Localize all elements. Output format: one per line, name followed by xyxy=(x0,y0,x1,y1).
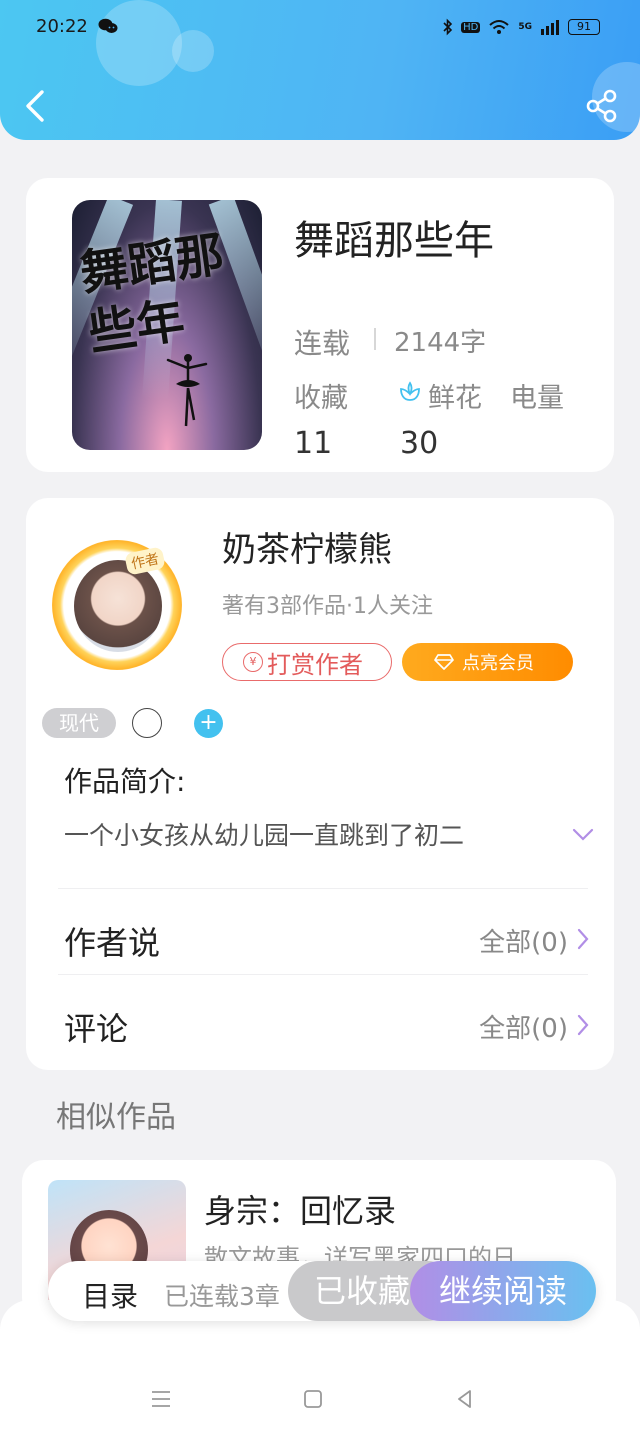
similar-section-title: 相似作品 xyxy=(56,1100,176,1135)
bluetooth-icon xyxy=(443,18,453,36)
flowers-label: 鲜花 xyxy=(428,383,482,414)
intro-text: 一个小女孩从幼儿园一直跳到了初二 xyxy=(64,821,465,850)
decor-bubble xyxy=(96,0,182,86)
chevron-down-icon[interactable] xyxy=(572,828,594,842)
vip-button[interactable]: 点亮会员 xyxy=(402,643,573,681)
divider xyxy=(374,328,376,350)
back-button[interactable] xyxy=(18,86,52,126)
top-header: 20:22 HD 5G 91 xyxy=(0,0,640,140)
home-icon[interactable] xyxy=(300,1386,326,1412)
book-info-card: 舞蹈那些年 舞蹈那些年 连载 2144字 收藏 鲜花 电量 11 30 xyxy=(26,178,614,472)
toc-button[interactable]: 目录 xyxy=(82,1275,138,1315)
reward-label: 打赏作者 xyxy=(267,650,363,679)
book-cover[interactable]: 舞蹈那些年 xyxy=(72,200,262,450)
similar-book-title: 身宗：回忆录 xyxy=(204,1192,397,1230)
chevron-right-icon[interactable] xyxy=(576,928,590,950)
serial-status: 连载 xyxy=(294,327,351,360)
tag-placeholder[interactable] xyxy=(132,708,162,738)
intro-label: 作品简介: xyxy=(64,765,186,798)
status-time: 20:22 xyxy=(36,16,88,37)
chevron-right-icon[interactable] xyxy=(576,1014,590,1036)
action-bar: 目录 已连载3章 已收藏 继续阅读 xyxy=(48,1261,596,1321)
decor-bubble xyxy=(172,30,214,72)
divider xyxy=(58,974,588,975)
menu-icon[interactable] xyxy=(148,1386,174,1412)
power-label: 电量 xyxy=(510,383,564,414)
author-says-all[interactable]: 全部(0) xyxy=(479,922,568,959)
author-name[interactable]: 奶茶柠檬熊 xyxy=(222,522,392,571)
author-says-label[interactable]: 作者说 xyxy=(64,918,160,964)
author-avatar[interactable] xyxy=(74,560,162,652)
flowers-count: 30 xyxy=(400,426,439,461)
word-count: 2144字 xyxy=(394,328,487,358)
back-nav-icon[interactable] xyxy=(452,1386,478,1412)
author-card: 作者 奶茶柠檬熊 著有3部作品·1人关注 ¥ 打赏作者 点亮会员 现代 + 作品… xyxy=(26,498,614,1070)
status-icons: HD 5G 91 xyxy=(443,18,600,36)
comments-label[interactable]: 评论 xyxy=(64,1004,128,1050)
reward-author-button[interactable]: ¥ 打赏作者 xyxy=(222,643,392,681)
vip-label: 点亮会员 xyxy=(462,653,534,674)
genre-tag[interactable]: 现代 xyxy=(42,708,116,738)
dancer-figure xyxy=(166,354,208,427)
yen-icon: ¥ xyxy=(243,652,263,672)
share-button[interactable] xyxy=(584,88,620,124)
book-title: 舞蹈那些年 xyxy=(294,218,494,264)
favorites-count: 11 xyxy=(294,426,333,461)
add-tag-button[interactable]: + xyxy=(194,709,223,738)
comments-all[interactable]: 全部(0) xyxy=(479,1008,568,1045)
battery-indicator: 91 xyxy=(568,19,600,35)
serial-chapters: 已连载3章 xyxy=(164,1282,280,1311)
wechat-icon xyxy=(98,18,118,33)
wifi-icon xyxy=(489,20,510,34)
hd-badge: HD xyxy=(461,21,481,33)
signal-icon xyxy=(541,20,559,35)
flower-icon xyxy=(400,381,420,401)
divider xyxy=(58,888,588,889)
favorites-label: 收藏 xyxy=(294,383,348,414)
diamond-icon xyxy=(434,654,454,670)
author-meta: 著有3部作品·1人关注 xyxy=(222,594,433,619)
network-label: 5G xyxy=(518,22,532,32)
continue-reading-button[interactable]: 继续阅读 xyxy=(410,1261,596,1321)
cover-title: 舞蹈那些年 xyxy=(76,226,228,362)
